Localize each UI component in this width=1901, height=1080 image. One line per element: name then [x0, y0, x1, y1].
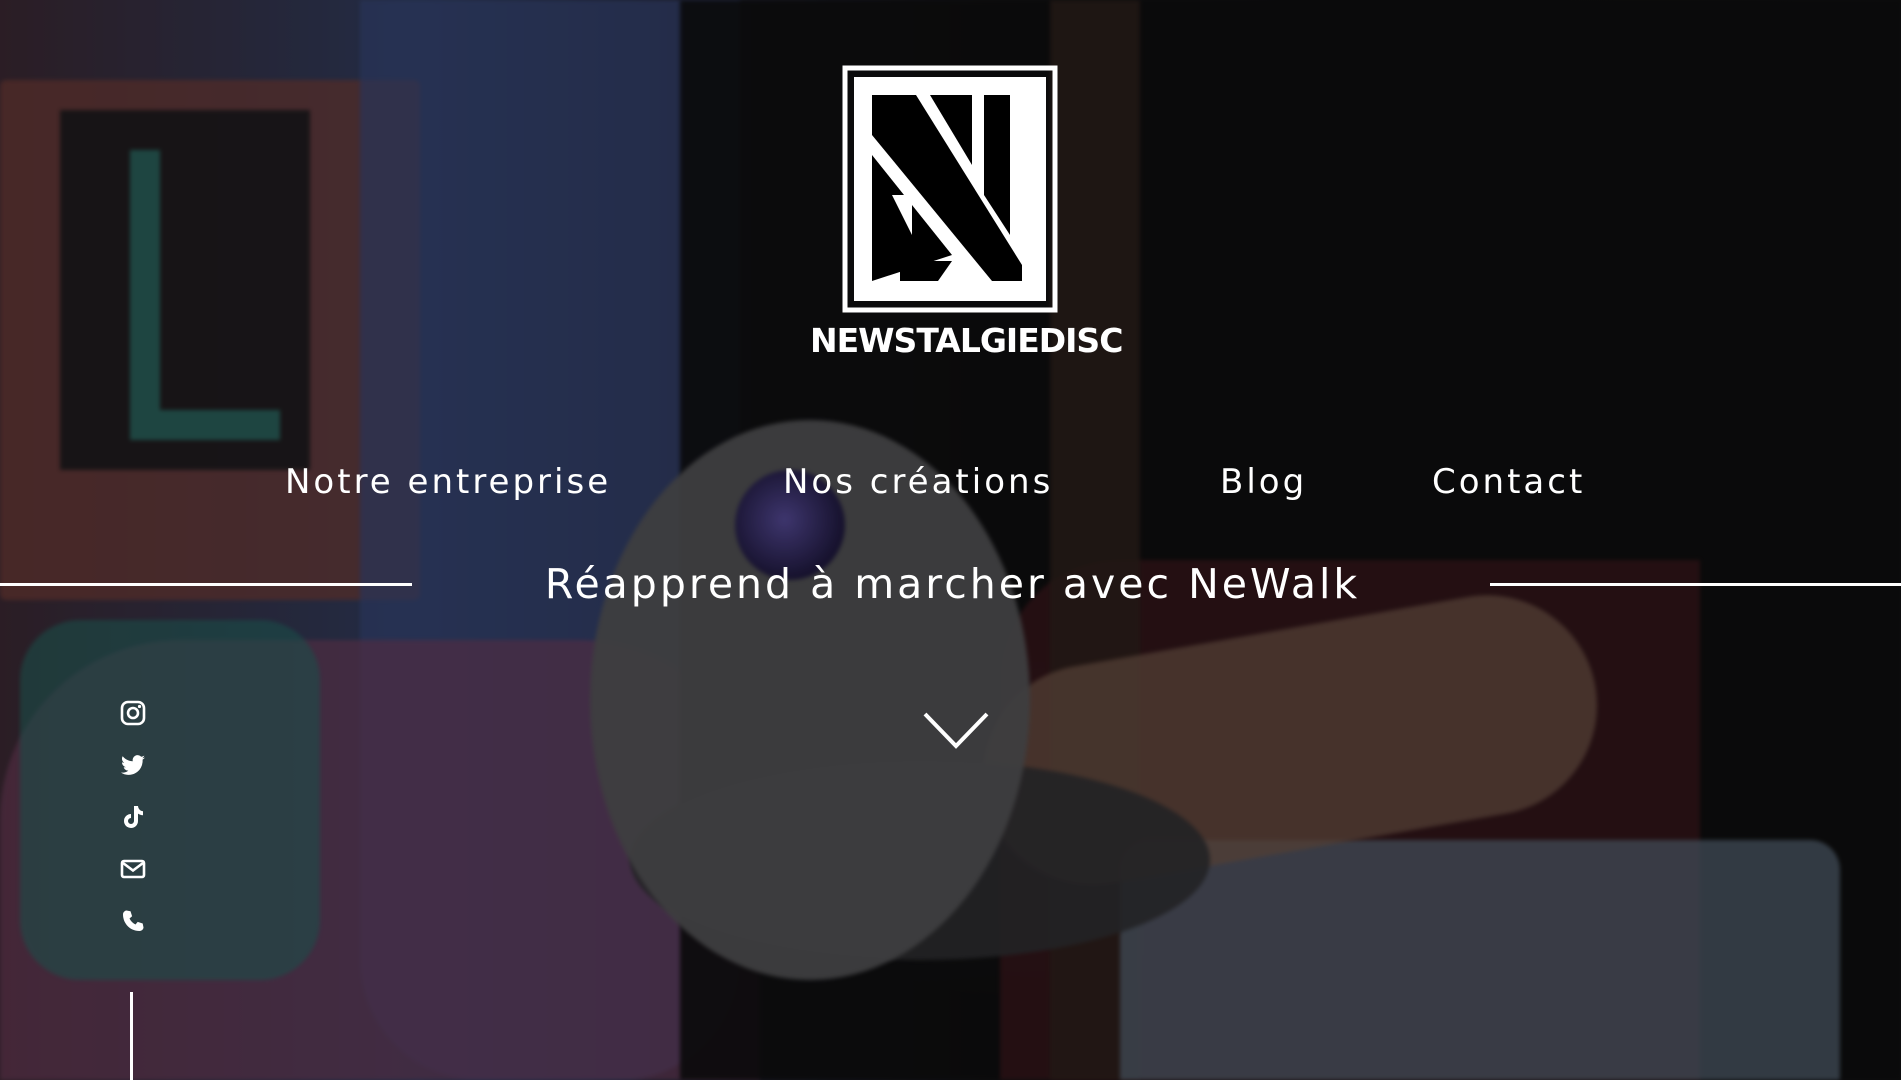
- nav-item-nos-creations[interactable]: Nos créations: [783, 462, 1053, 502]
- tagline-divider-right: [1490, 583, 1901, 586]
- brand-logo[interactable]: NEWSTALGIEDISC: [810, 65, 1123, 365]
- social-sidebar: [116, 696, 150, 959]
- tiktok-icon[interactable]: [116, 803, 150, 837]
- nav-item-blog[interactable]: Blog: [1220, 462, 1307, 502]
- hero-tagline: Réapprend à marcher avec NeWalk: [544, 560, 1361, 608]
- phone-icon[interactable]: [116, 907, 150, 941]
- envelope-icon[interactable]: [116, 855, 150, 889]
- twitter-icon[interactable]: [116, 751, 150, 785]
- instagram-icon[interactable]: [116, 699, 150, 733]
- hero-tagline-row: Réapprend à marcher avec NeWalk: [0, 560, 1901, 620]
- brand-name: NEWSTALGIEDISC: [810, 321, 1123, 360]
- nav-item-contact[interactable]: Contact: [1432, 462, 1585, 502]
- ns-monogram-logo: [842, 65, 1058, 313]
- chevron-down-icon[interactable]: [922, 708, 990, 752]
- tagline-divider-left: [0, 583, 412, 586]
- social-sidebar-line: [130, 992, 133, 1080]
- main-nav: Notre entreprise Nos créations Blog Cont…: [0, 462, 1901, 512]
- nav-item-notre-entreprise[interactable]: Notre entreprise: [285, 462, 611, 502]
